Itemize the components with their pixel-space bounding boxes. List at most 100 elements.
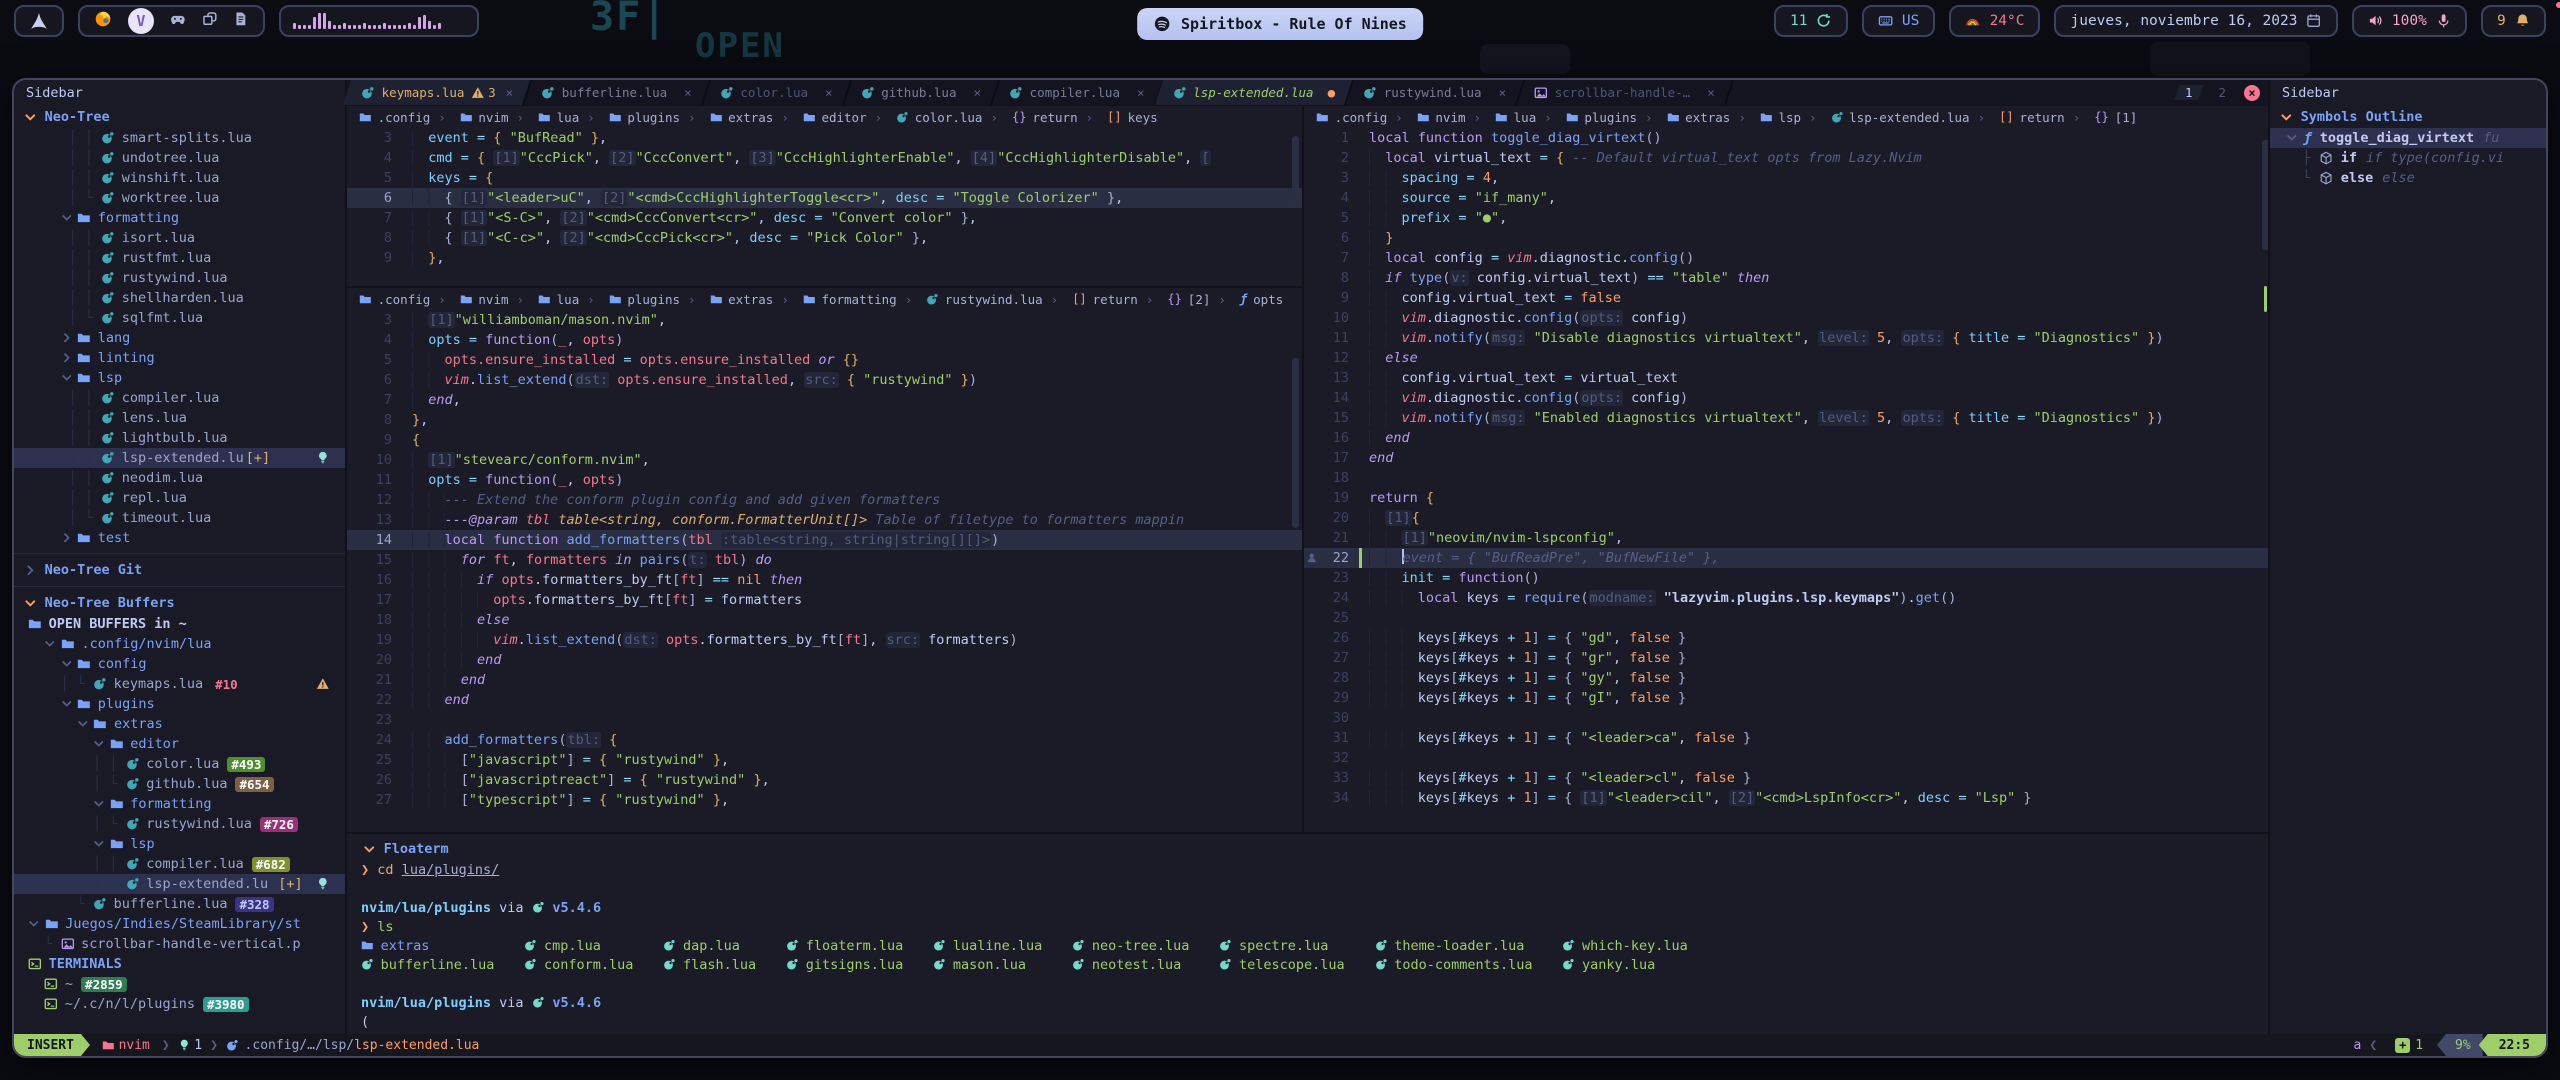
- symbol-item[interactable]: └ else else: [2270, 168, 2546, 188]
- buffer-tree-item[interactable]: │ └ lsp-extended.lu [+]: [14, 874, 345, 894]
- close-all-button[interactable]: ×: [2244, 85, 2260, 101]
- tab-close-button[interactable]: ×: [1137, 85, 1145, 100]
- breadcrumb-item[interactable]: nvim: [1387, 110, 1465, 125]
- code-line[interactable]: 10 vim.diagnostic.config(opts: config): [1304, 308, 2272, 328]
- breadcrumb-item[interactable]: nvim: [430, 110, 508, 125]
- listing-entry[interactable]: flash.lua: [663, 955, 756, 974]
- code-line[interactable]: 4 cmd = { [1]"CccPick", [2]"CccConvert",…: [347, 148, 1302, 168]
- breadcrumb-item[interactable]: plugins: [579, 110, 680, 125]
- code-line[interactable]: 21 end: [347, 670, 1302, 690]
- code-line[interactable]: 14 local function add_formatters(tbl :ta…: [347, 530, 1302, 550]
- neotree-git-section-header[interactable]: Neo-Tree Git: [14, 559, 345, 581]
- scrollbar[interactable]: [1292, 358, 1299, 528]
- listing-entry[interactable]: telescope.lua: [1219, 955, 1344, 974]
- code-line[interactable]: 27 ["typescript"] = { "rustywind" },: [347, 790, 1302, 810]
- weather-widget[interactable]: 24°C: [1949, 5, 2040, 37]
- breadcrumb-item[interactable]: lua: [509, 292, 580, 307]
- breadcrumb-item[interactable]: lsp: [1730, 110, 1801, 125]
- tree-item[interactable]: │ └ timeout.lua: [14, 508, 345, 528]
- terminal-output[interactable]: ❯ cd lua/plugins/ nvim/lua/plugins via v…: [353, 860, 2268, 936]
- listing-entry[interactable]: spectre.lua: [1219, 936, 1344, 955]
- code-line[interactable]: 14 vim.diagnostic.config(opts: config): [1304, 388, 2272, 408]
- tree-item[interactable]: linting: [14, 348, 345, 368]
- buffer-tree-item[interactable]: editor: [14, 734, 345, 754]
- audio-widget[interactable]: 100%: [2352, 5, 2467, 37]
- breadcrumb-item[interactable]: color.lua: [867, 110, 983, 125]
- buffer-tree-item[interactable]: OPEN BUFFERS in ~: [14, 614, 345, 634]
- tab-close-button[interactable]: ×: [1707, 85, 1715, 100]
- breadcrumb-item[interactable]: ƒ opts: [1210, 292, 1283, 307]
- code-line[interactable]: 1 local function toggle_diag_virtext(): [1304, 128, 2272, 148]
- code-line[interactable]: 20 [1]{: [1304, 508, 2272, 528]
- code-line[interactable]: 10 [1]"stevearc/conform.nvim",: [347, 450, 1302, 470]
- tree-item[interactable]: │ └ worktree.lua: [14, 188, 345, 208]
- code-line[interactable]: 11 opts = function(_, opts): [347, 470, 1302, 490]
- code-line[interactable]: 9 config.virtual_text = false: [1304, 288, 2272, 308]
- symbol-item[interactable]: ├ if if type(config.vi: [2270, 148, 2546, 168]
- code-line[interactable]: 5 opts.ensure_installed = opts.ensure_in…: [347, 350, 1302, 370]
- listing-entry[interactable]: neo-tree.lua: [1072, 936, 1189, 955]
- buffer-tree-item[interactable]: ~ #2859: [14, 974, 345, 994]
- code-line[interactable]: 31 keys[#keys + 1] = { "<leader>ca", fal…: [1304, 728, 2272, 748]
- keyboard-layout-widget[interactable]: US: [1862, 5, 1936, 37]
- listing-entry[interactable]: gitsigns.lua: [786, 955, 903, 974]
- code-line[interactable]: 16 end: [1304, 428, 2272, 448]
- breadcrumb-item[interactable]: formatting: [773, 292, 896, 307]
- listing-entry[interactable]: theme-loader.lua: [1375, 936, 1533, 955]
- tree-item[interactable]: │ │ rustfmt.lua: [14, 248, 345, 268]
- code-line[interactable]: 26 keys[#keys + 1] = { "gd", false }: [1304, 628, 2272, 648]
- buffer-tree-item[interactable]: │ └ rustywind.lua #726: [14, 814, 345, 834]
- code-line[interactable]: 3 event = { "BufRead" },: [347, 128, 1302, 148]
- breadcrumb-item[interactable]: extras: [680, 110, 773, 125]
- tree-item[interactable]: │ │ lens.lua: [14, 408, 345, 428]
- breadcrumb-item[interactable]: editor: [773, 110, 866, 125]
- symbols-outline-header[interactable]: Symbols Outline: [2270, 106, 2546, 128]
- code-line[interactable]: 22 end: [347, 690, 1302, 710]
- audio-visualizer[interactable]: [279, 5, 479, 37]
- buffer-tab[interactable]: compiler.lua ×: [995, 80, 1158, 105]
- tree-item[interactable]: │ │ compiler.lua: [14, 388, 345, 408]
- buffer-tree-item[interactable]: ~/.c/n/l/plugins #3980: [14, 994, 345, 1014]
- tree-item[interactable]: │ │ undotree.lua: [14, 148, 345, 168]
- breadcrumb-item[interactable]: [] return: [1970, 110, 2065, 125]
- code-line[interactable]: 29 keys[#keys + 1] = { "gI", false }: [1304, 688, 2272, 708]
- code-line[interactable]: 3 [1]"williamboman/mason.nvim",: [347, 310, 1302, 330]
- buffer-tree-item[interactable]: config: [14, 654, 345, 674]
- code-line[interactable]: 34 keys[#keys + 1] = { [1]"<leader>cil",…: [1304, 788, 2272, 808]
- buffer-tree-item[interactable]: │ └ github.lua #654: [14, 774, 345, 794]
- tree-item[interactable]: │ │ rustywind.lua: [14, 268, 345, 288]
- code-line[interactable]: 21 [1]"neovim/nvim-lspconfig",: [1304, 528, 2272, 548]
- workspace-button[interactable]: [202, 11, 218, 31]
- tree-item[interactable]: │ │ winshift.lua: [14, 168, 345, 188]
- buffer-tree-item[interactable]: └ bufferline.lua #328: [14, 894, 345, 914]
- launcher-button[interactable]: [14, 5, 64, 37]
- code-line[interactable]: 30: [1304, 708, 2272, 728]
- buffer-tree-item[interactable]: Juegos/Indies/SteamLibrary/st: [14, 914, 345, 934]
- breadcrumb-item[interactable]: nvim: [430, 292, 508, 307]
- code-line[interactable]: 28 keys[#keys + 1] = { "gy", false }: [1304, 668, 2272, 688]
- breadcrumb-item[interactable]: .config: [1316, 110, 1387, 125]
- listing-entry[interactable]: dap.lua: [663, 936, 756, 955]
- buffer-tab[interactable]: color.lua ×: [706, 80, 847, 105]
- code-line[interactable]: 6 vim.list_extend(dst: opts.ensure_insta…: [347, 370, 1302, 390]
- tab-close-button[interactable]: ×: [684, 85, 692, 100]
- tree-item[interactable]: │ │ lightbulb.lua: [14, 428, 345, 448]
- listing-entry[interactable]: neotest.lua: [1072, 955, 1189, 974]
- tab-close-button[interactable]: ×: [1499, 85, 1507, 100]
- breadcrumb-item[interactable]: lsp-extended.lua: [1801, 110, 1970, 125]
- code-line[interactable]: 25: [1304, 608, 2272, 628]
- code-line[interactable]: 8 { [1]"<C-c>", [2]"<cmd>CccPick<cr>", d…: [347, 228, 1302, 248]
- tree-item[interactable]: │ │ repl.lua: [14, 488, 345, 508]
- tree-item[interactable]: │ │ lsp-extended.lu [+]: [14, 448, 345, 468]
- tree-item[interactable]: │ │ neodim.lua: [14, 468, 345, 488]
- code-line[interactable]: 13 ---@param tbl table<string, conform.F…: [347, 510, 1302, 530]
- buffer-tree-item[interactable]: extras: [14, 714, 345, 734]
- code-line[interactable]: 9 {: [347, 430, 1302, 450]
- listing-entry[interactable]: floaterm.lua: [786, 936, 903, 955]
- listing-entry[interactable]: extras: [361, 936, 494, 955]
- scrollbar[interactable]: [1292, 136, 1299, 206]
- breadcrumb-item[interactable]: lua: [1466, 110, 1537, 125]
- code-line[interactable]: 15 vim.notify(msg: "Enabled diagnostics …: [1304, 408, 2272, 428]
- code-line[interactable]: 19 vim.list_extend(dst: opts.formatters_…: [347, 630, 1302, 650]
- code-line[interactable]: 9 },: [347, 248, 1302, 268]
